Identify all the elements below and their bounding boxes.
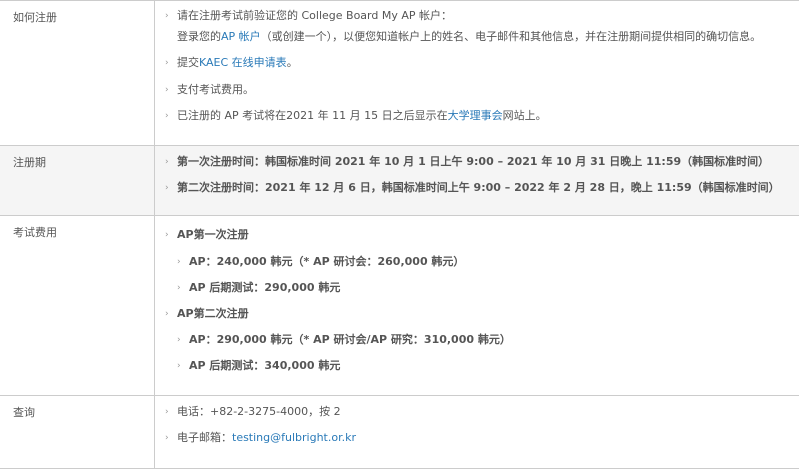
section-how-to-register: 如何注册 › 请在注册考试前验证您的 College Board My AP 帐… — [0, 0, 799, 145]
chevron-right-icon: › — [165, 111, 169, 121]
text-fragment: 电子邮箱： — [177, 431, 232, 444]
chevron-right-icon: › — [177, 361, 181, 371]
chevron-right-icon: › — [165, 183, 169, 193]
email-link[interactable]: testing@fulbright.or.kr — [232, 431, 356, 444]
chevron-right-icon: › — [165, 309, 169, 319]
item-text: 第一次注册时间：韩国标准时间 2021 年 10 月 1 日上午 9:00 – … — [177, 155, 770, 168]
chevron-right-icon: › — [165, 230, 169, 240]
item-text: AP：240,000 韩元（* AP 研讨会：260,000 韩元） — [189, 255, 465, 268]
ap-account-link[interactable]: AP 帐户 — [221, 30, 261, 43]
text-fragment: 。 — [286, 56, 298, 69]
chevron-right-icon: › — [165, 11, 169, 21]
chevron-right-icon: › — [165, 85, 169, 95]
item-text: AP：290,000 韩元（* AP 研讨会/AP 研究：310,000 韩元） — [189, 333, 511, 346]
text-fragment: 提交 — [177, 56, 199, 69]
text-fragment: 已注册的 AP 考试将在2021 年 11 月 15 日之后显示在 — [177, 109, 448, 122]
chevron-right-icon: › — [177, 283, 181, 293]
chevron-right-icon: › — [177, 257, 181, 267]
item-text: AP 后期测试：340,000 韩元 — [189, 359, 341, 372]
item-text: 支付考试费用。 — [177, 83, 254, 96]
section-inquiry: 查询 › 电话：+82-2-3275-4000，按 2 › 电子邮箱：testi… — [0, 395, 799, 469]
chevron-right-icon: › — [165, 407, 169, 417]
section-label: 如何注册 — [0, 1, 155, 145]
section-label: 考试费用 — [0, 216, 155, 395]
item-text: 第二次注册时间：2021 年 12 月 6 日，韩国标准时间上午 9:00 – … — [177, 181, 780, 194]
section-label: 注册期 — [0, 146, 155, 215]
item-text: AP 后期测试：290,000 韩元 — [189, 281, 341, 294]
item-text: 登录您的AP 帐户（或创建一个），以便您知道帐户上的姓名、电子邮件和其他信息，并… — [177, 30, 761, 44]
group-title: AP第二次注册 — [177, 307, 249, 320]
text-fragment: 登录您的 — [177, 30, 221, 43]
chevron-right-icon: › — [177, 335, 181, 345]
section-registration-period: 注册期 › 第一次注册时间：韩国标准时间 2021 年 10 月 1 日上午 9… — [0, 145, 799, 215]
phone-text: 电话：+82-2-3275-4000，按 2 — [177, 405, 341, 418]
college-board-link[interactable]: 大学理事会 — [448, 109, 503, 122]
kaec-application-link[interactable]: KAEC 在线申请表 — [199, 56, 287, 69]
item-text: 电子邮箱：testing@fulbright.or.kr — [177, 431, 356, 445]
group-title: AP第一次注册 — [177, 228, 249, 241]
section-exam-fees: 考试费用 › AP第一次注册 › AP：240,000 韩元（* AP 研讨会：… — [0, 215, 799, 395]
item-text: 请在注册考试前验证您的 College Board My AP 帐户： — [177, 9, 453, 22]
chevron-right-icon: › — [165, 433, 169, 443]
section-label: 查询 — [0, 396, 155, 468]
item-text: 已注册的 AP 考试将在2021 年 11 月 15 日之后显示在大学理事会网站… — [177, 109, 547, 123]
chevron-right-icon: › — [165, 157, 169, 167]
text-fragment: 网站上。 — [502, 109, 547, 122]
chevron-right-icon: › — [165, 58, 169, 68]
text-fragment: （或创建一个），以便您知道帐户上的姓名、电子邮件和其他信息，并在注册期间提供相同… — [260, 30, 762, 43]
item-text: 提交KAEC 在线申请表。 — [177, 56, 298, 70]
